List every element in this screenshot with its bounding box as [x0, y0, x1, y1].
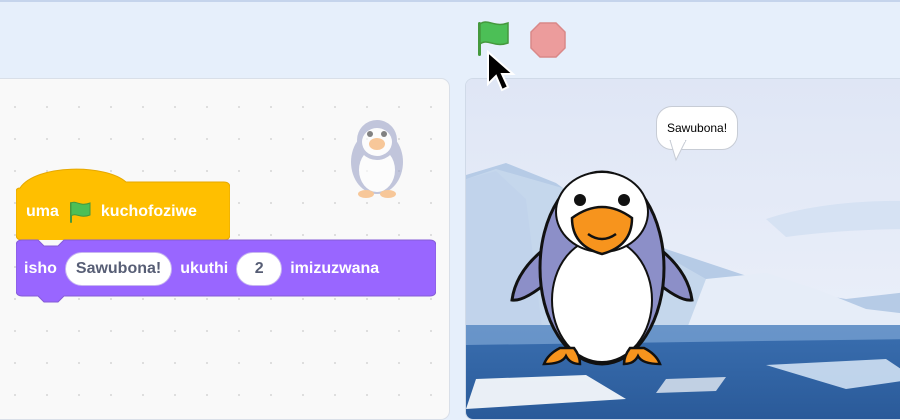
green-flag-icon[interactable] [472, 18, 514, 58]
stop-icon[interactable] [528, 20, 568, 60]
seconds-word: imizuzwana [290, 260, 380, 277]
say-for-seconds-block[interactable]: isho Sawubona! ukuthi 2 imizuzwana [24, 250, 379, 288]
stage-header-bar [0, 0, 900, 76]
hat-block-suffix: kuchofoziwe [100, 203, 197, 220]
say-word: isho [24, 260, 57, 277]
speech-bubble-tail [669, 140, 687, 162]
hat-block-prefix: uma [26, 203, 59, 220]
green-flag-icon [69, 201, 91, 223]
when-flag-clicked-block[interactable]: uma kuchofoziwe [26, 200, 197, 224]
seconds-input[interactable]: 2 [236, 252, 283, 286]
for-word: ukuthi [180, 260, 229, 277]
penguin-sprite[interactable] [508, 150, 696, 376]
message-input[interactable]: Sawubona! [64, 252, 173, 286]
sprite-ghost-thumbnail [351, 120, 403, 198]
